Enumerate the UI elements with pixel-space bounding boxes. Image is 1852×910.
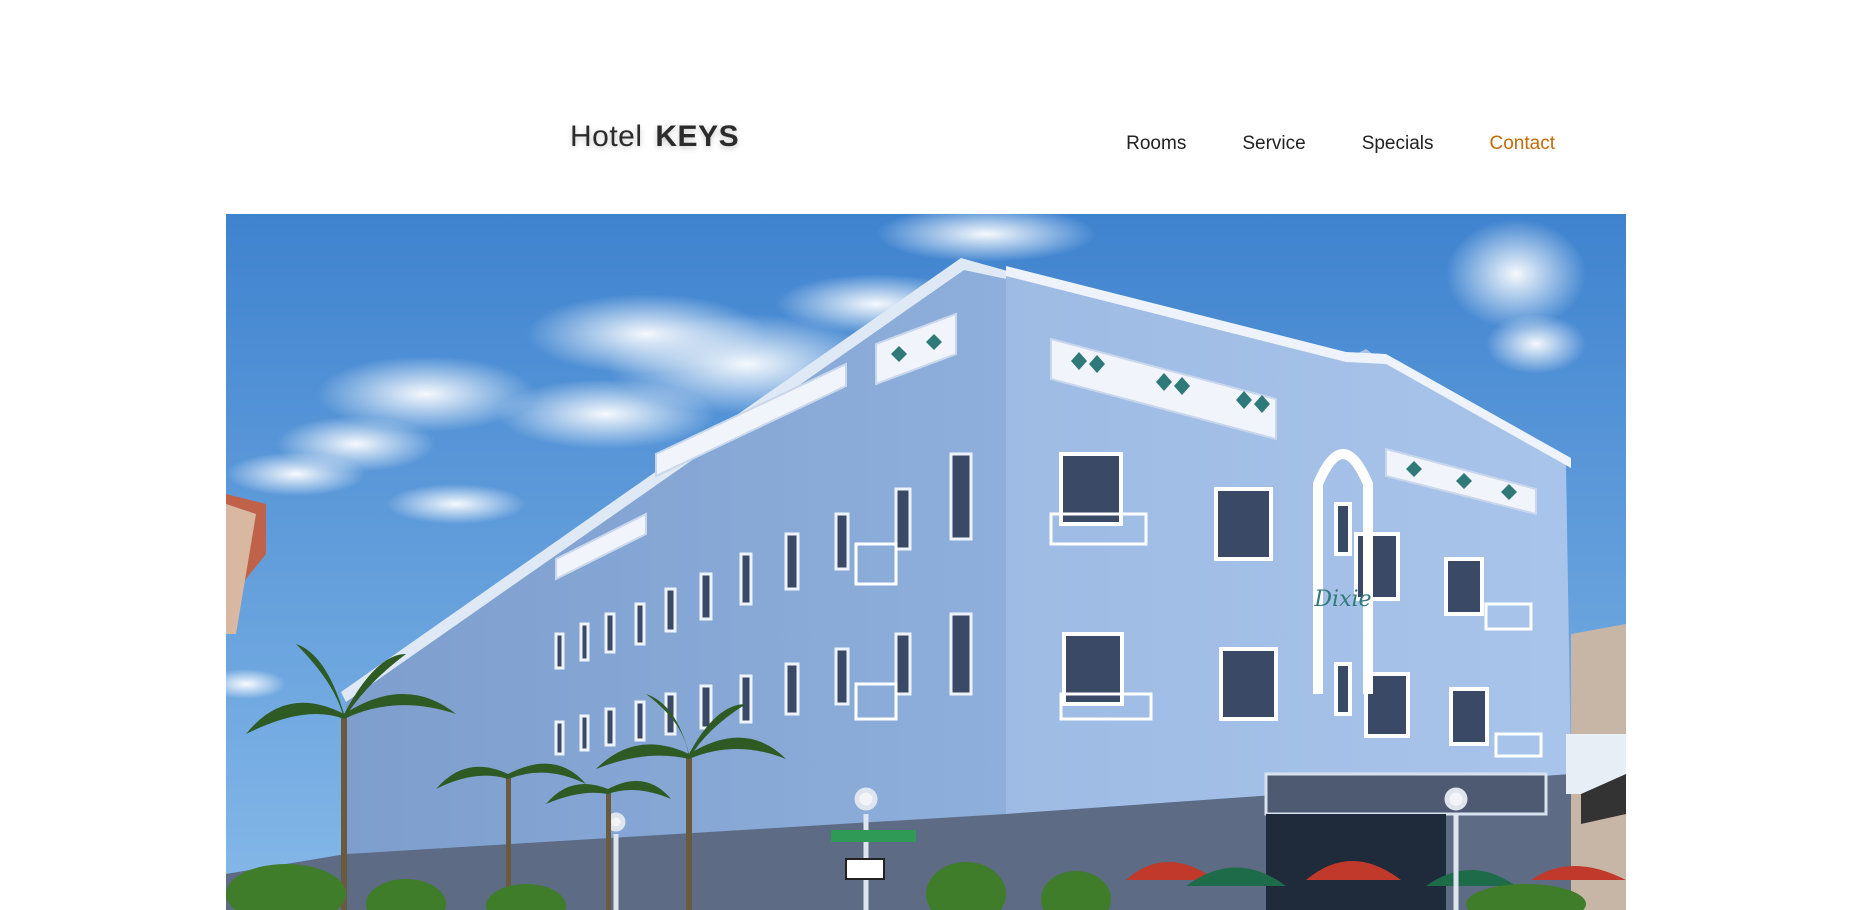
nav-item-service[interactable]: Service — [1242, 133, 1305, 155]
hero-image: Dixie — [226, 214, 1626, 910]
nav-item-specials[interactable]: Specials — [1362, 133, 1434, 155]
building-sign: Dixie — [1313, 587, 1371, 612]
nav-item-rooms[interactable]: Rooms — [1126, 133, 1186, 155]
site-logo[interactable]: Hotel KEYS — [570, 120, 739, 154]
hotel-building-photo: Dixie — [226, 214, 1626, 910]
page: Hotel KEYS Rooms Service Specials Contac… — [0, 0, 1852, 910]
logo-text-bold: KEYS — [655, 120, 740, 153]
nav-item-contact[interactable]: Contact — [1490, 133, 1555, 155]
logo-text-light: Hotel — [570, 120, 643, 153]
main-nav: Rooms Service Specials Contact — [1070, 133, 1555, 155]
